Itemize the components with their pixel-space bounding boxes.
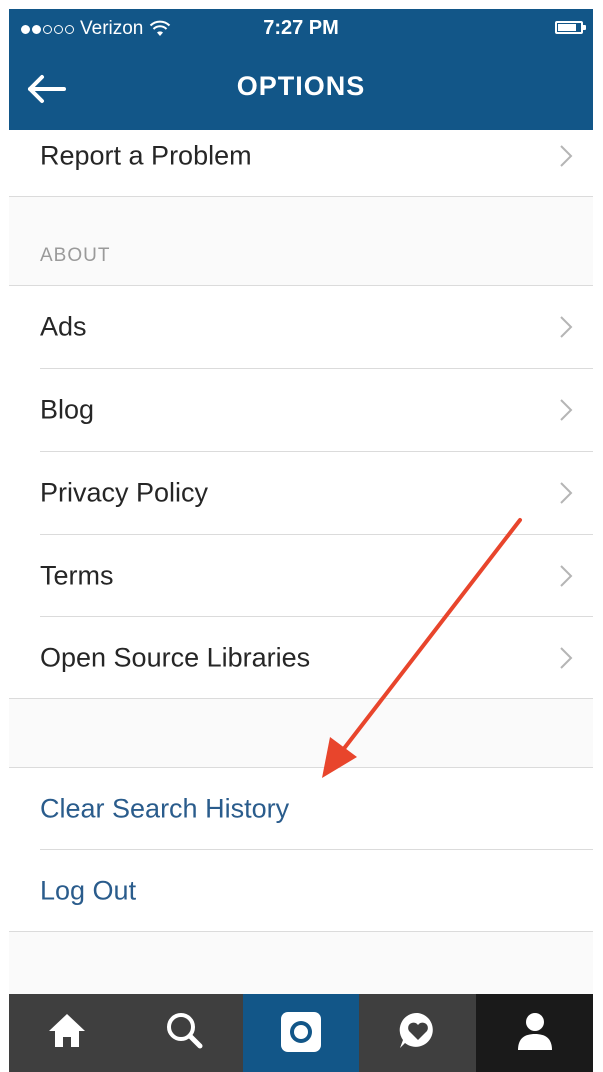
app-header: Verizon 7:27 PM OPTIONS	[9, 9, 593, 130]
chevron-right-icon	[560, 399, 573, 421]
activity-heart-icon	[399, 1012, 433, 1048]
about-section-background	[9, 197, 593, 285]
chevron-right-icon	[560, 145, 573, 167]
section-header-about: ABOUT	[40, 245, 111, 266]
report-problem-row[interactable]: Report a Problem	[9, 115, 593, 197]
open-source-libraries-row[interactable]: Open Source Libraries	[9, 617, 593, 699]
terms-label: Terms	[40, 560, 114, 591]
section-spacer	[9, 699, 593, 767]
report-problem-label: Report a Problem	[40, 140, 252, 171]
terms-row[interactable]: Terms	[9, 535, 593, 617]
clear-search-history-row[interactable]: Clear Search History	[9, 768, 593, 850]
log-out-label: Log Out	[40, 875, 137, 906]
search-icon	[167, 1013, 203, 1049]
chevron-right-icon	[560, 482, 573, 504]
options-list: Report a Problem ABOUT Ads Blog Privacy …	[9, 130, 593, 994]
clear-search-history-label: Clear Search History	[40, 793, 290, 824]
ads-label: Ads	[40, 311, 87, 342]
blog-label: Blog	[40, 394, 95, 425]
log-out-row[interactable]: Log Out	[9, 850, 593, 932]
chevron-right-icon	[560, 647, 573, 669]
battery-icon	[555, 21, 586, 34]
tab-search[interactable]	[126, 994, 243, 1072]
ads-row[interactable]: Ads	[9, 286, 593, 368]
home-icon	[49, 1014, 86, 1047]
phone-screen: Verizon 7:27 PM OPTIONS Report a Problem…	[0, 0, 603, 1072]
tab-home[interactable]	[9, 994, 126, 1072]
open-source-libraries-label: Open Source Libraries	[40, 642, 311, 673]
bottom-spacer	[9, 932, 593, 994]
privacy-policy-row[interactable]: Privacy Policy	[9, 452, 593, 534]
camera-icon	[280, 1012, 321, 1052]
blog-row[interactable]: Blog	[9, 369, 593, 451]
privacy-policy-label: Privacy Policy	[40, 477, 209, 508]
chevron-right-icon	[560, 565, 573, 587]
tab-camera[interactable]	[242, 994, 360, 1072]
screen-edge-left	[0, 0, 9, 1072]
page-title: OPTIONS	[236, 71, 366, 101]
chevron-right-icon	[560, 316, 573, 338]
tab-bar	[9, 994, 593, 1072]
tab-activity[interactable]	[359, 994, 476, 1072]
status-bar: Verizon 7:27 PM	[9, 9, 593, 45]
profile-icon	[517, 1013, 552, 1050]
screen-edge-right	[593, 0, 603, 1072]
tab-profile[interactable]	[476, 994, 593, 1072]
clock: 7:27 PM	[263, 17, 339, 39]
